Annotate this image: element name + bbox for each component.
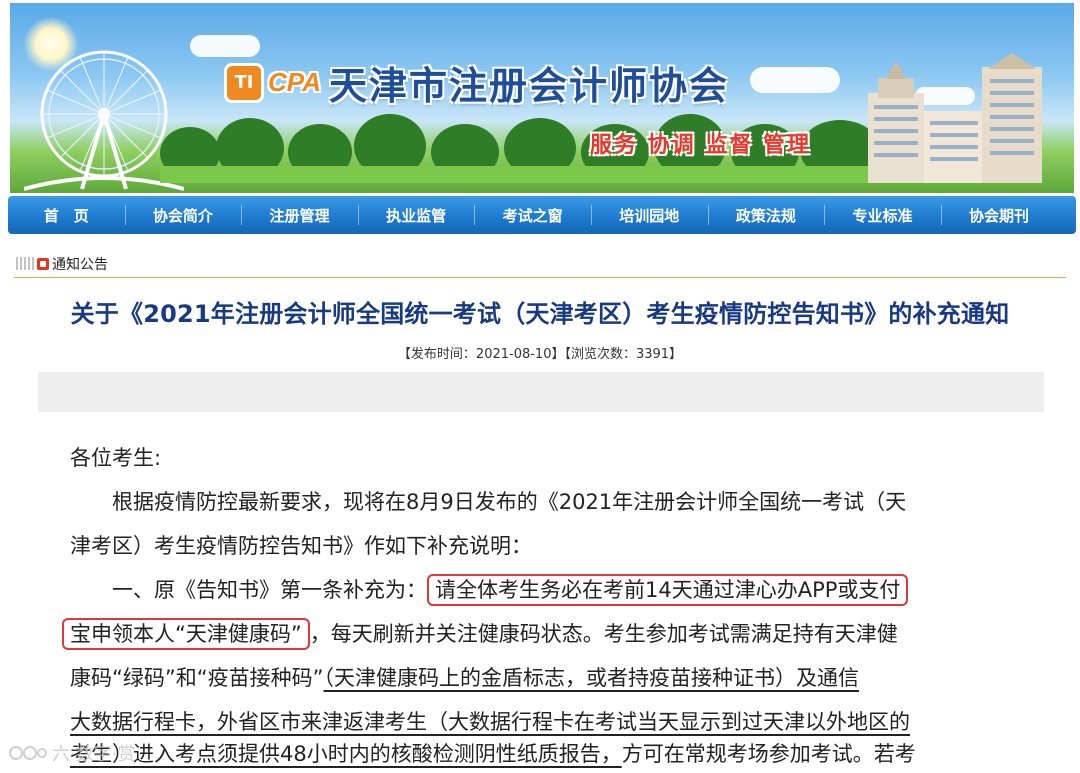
paragraph-2-lead: 一、原《告知书》第一条补充为： xyxy=(112,578,427,602)
notice-icon xyxy=(37,257,49,270)
watermark-icon xyxy=(9,746,47,760)
paragraph-1-line-1: 根据疫情防控最新要求，现将在8月9日发布的《2021年注册会计师全国统一考试（天 xyxy=(112,490,907,514)
paragraph-2-line-2: 宝申领本人“天津健康码” ，每天刷新并关注健康码状态。考生参加考试需满足持有天津健 xyxy=(62,614,898,654)
paragraph-2-text: 康码“绿码”和“疫苗接种码” xyxy=(70,666,324,690)
nav-item-journal[interactable]: 协会期刊 xyxy=(940,196,1058,234)
site-title: 天津市注册会计师协会 xyxy=(328,64,729,108)
paragraph-2-line-3: 康码“绿码”和“疫苗接种码”（天津健康码上的金盾标志，或者持疫苗接种证书）及通信 xyxy=(70,658,859,698)
article-title: 关于《2021年注册会计师全国统一考试（天津考区）考生疫情防控告知书》的补充通知 xyxy=(70,300,1010,328)
buildings-decoration xyxy=(868,53,1042,183)
section-header: 通知公告 xyxy=(14,250,1066,278)
site-logo[interactable]: TI CPA 天津市注册会计师协会 xyxy=(224,55,729,110)
nav-item-supervision[interactable]: 执业监管 xyxy=(357,196,475,234)
underlined-text: 考生）进入考点须提供48小时内的核酸检测阴性纸质报告， xyxy=(70,742,622,766)
nav-item-standards[interactable]: 专业标准 xyxy=(824,196,941,234)
article-meta: 【发布时间：2021-08-10】【浏览次数：3391】 xyxy=(397,347,683,362)
article-tools-bar xyxy=(38,372,1044,412)
logo-cpa-text: CPA xyxy=(268,67,321,97)
site-slogan: 服务 协调 监督 管理 xyxy=(590,133,811,158)
site-banner: TI CPA 天津市注册会计师协会 服务 协调 监督 管理 xyxy=(10,3,1074,193)
highlight-box-1: 请全体考生务必在考前14天通过津心办APP或支付 xyxy=(427,574,909,606)
logo-mark: TI xyxy=(224,62,264,103)
nav-item-policy[interactable]: 政策法规 xyxy=(707,196,825,234)
paragraph-1-line-2: 津考区）考生疫情防控告知书》作如下补充说明： xyxy=(70,534,532,558)
underlined-text: 大数据行程卡，外省区市来津返津考生（大数据行程卡在考试当天显示到过天津以外地区的 xyxy=(70,710,910,734)
nav-item-home[interactable]: 首 页 xyxy=(8,196,125,234)
paragraph-2-line-5: 考生）进入考点须提供48小时内的核酸检测阴性纸质报告，方可在常规考场参加考试。若… xyxy=(70,734,916,773)
section-title[interactable]: 通知公告 xyxy=(52,254,108,274)
cloud-decoration xyxy=(750,67,840,93)
greeting: 各位考生: xyxy=(70,446,162,470)
watermark-text: 六·数字·赏 xyxy=(52,744,136,765)
paragraph-2-text: 方可在常规考场参加考试。若考 xyxy=(621,742,916,766)
main-nav: 首 页 协会简介 注册管理 执业监管 考试之窗 培训园地 政策法规 专业标准 协… xyxy=(8,196,1076,234)
nav-item-about[interactable]: 协会简介 xyxy=(124,196,242,234)
watermark: 六·数字·赏 xyxy=(8,740,135,766)
nav-item-training[interactable]: 培训园地 xyxy=(590,196,708,234)
nav-item-registration[interactable]: 注册管理 xyxy=(241,196,358,234)
nav-item-exams[interactable]: 考试之窗 xyxy=(474,196,591,234)
cloud-decoration xyxy=(190,35,260,57)
stripes-decoration xyxy=(16,257,34,270)
paragraph-2-line-1: 一、原《告知书》第一条补充为： 请全体考生务必在考前14天通过津心办APP或支付 xyxy=(112,570,909,610)
highlight-box-2: 宝申领本人“天津健康码” xyxy=(62,618,310,650)
paragraph-2-text: ，每天刷新并关注健康码状态。考生参加考试需满足持有天津健 xyxy=(309,622,898,646)
underlined-text: （天津健康码上的金盾标志，或者持疫苗接种证书）及通信 xyxy=(323,666,860,690)
